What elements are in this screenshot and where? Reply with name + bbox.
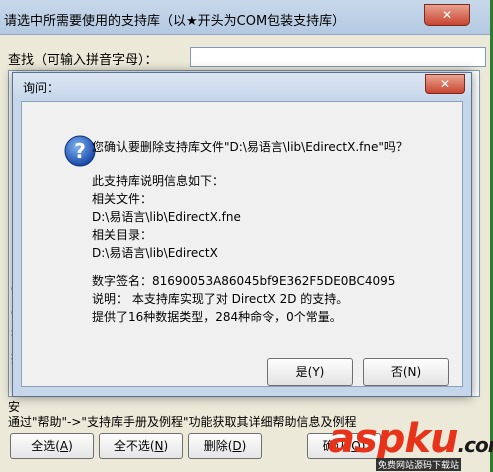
digital-signature: 数字签名：81690053A86045bf9E362F5DE0BC4095 [92, 274, 396, 288]
dialog-titlebar[interactable]: 询问： ✕ [13, 73, 471, 101]
confirm-dialog: 询问： ✕ ? 您确认要删除支持库文件"D:\易语言\lib\EdirectX.… [12, 72, 472, 397]
delete-tail: ) [241, 439, 247, 453]
delete-key: D [232, 439, 242, 453]
select-all-key: A [59, 439, 69, 453]
window-close-button[interactable]: ✕ [424, 4, 470, 26]
dialog-body: ? 您确认要删除支持库文件"D:\易语言\lib\EdirectX.fne"吗？… [21, 101, 463, 387]
search-label: 查找（可输入拼音字母）： [8, 53, 158, 68]
site-watermark: aspku.com 免费网站源码下载站 [328, 416, 493, 471]
window-title: 请选中所需要使用的支持库（以★开头为COM包装支持库） [4, 14, 346, 29]
dialog-title: 询问： [23, 81, 60, 95]
select-all-button[interactable]: 全选(A) [10, 433, 94, 459]
select-none-label: 全不选( [113, 439, 155, 453]
yes-button[interactable]: 是(Y) [267, 358, 353, 386]
info-text-line2: 通过"帮助"->"支持库手册及例程"功能获取其详细帮助信息及例程 [8, 415, 357, 429]
library-window-titlebar[interactable]: 请选中所需要使用的支持库（以★开头为COM包装支持库） ✕ [0, 0, 493, 35]
select-all-tail: ) [68, 439, 73, 453]
watermark-subtitle: 免费网站源码下载站 [376, 458, 462, 471]
description: 说明： 本支持库实现了对 DirectX 2D 的支持。 [92, 292, 349, 306]
related-dir-label: 相关目录： [92, 228, 153, 242]
search-input[interactable] [190, 47, 486, 67]
dialog-close-button[interactable]: ✕ [425, 74, 465, 94]
related-dir-path: D:\易语言\lib\EdirectX [92, 246, 218, 260]
watermark-suffix: .com [457, 433, 493, 457]
select-none-tail: ) [163, 439, 169, 453]
svg-text:?: ? [74, 139, 86, 163]
no-button[interactable]: 否(N) [363, 358, 449, 386]
watermark-logo: aspku.com [328, 416, 493, 462]
watermark-brand: aspku [328, 416, 459, 462]
delete-button[interactable]: 删除(D) [188, 433, 262, 459]
delete-label: 删除( [203, 439, 233, 453]
info-heading: 此支持库说明信息如下： [92, 174, 225, 188]
select-none-button[interactable]: 全不选(N) [99, 433, 183, 459]
confirm-question: 您确认要删除支持库文件"D:\易语言\lib\EdirectX.fne"吗？ [92, 140, 408, 154]
related-file-label: 相关文件： [92, 192, 153, 206]
select-all-label: 全选( [31, 439, 60, 453]
feature-summary: 提供了16种数据类型，284种命令，0个常量。 [92, 310, 342, 324]
related-file-path: D:\易语言\lib\EdirectX.fne [92, 210, 241, 224]
